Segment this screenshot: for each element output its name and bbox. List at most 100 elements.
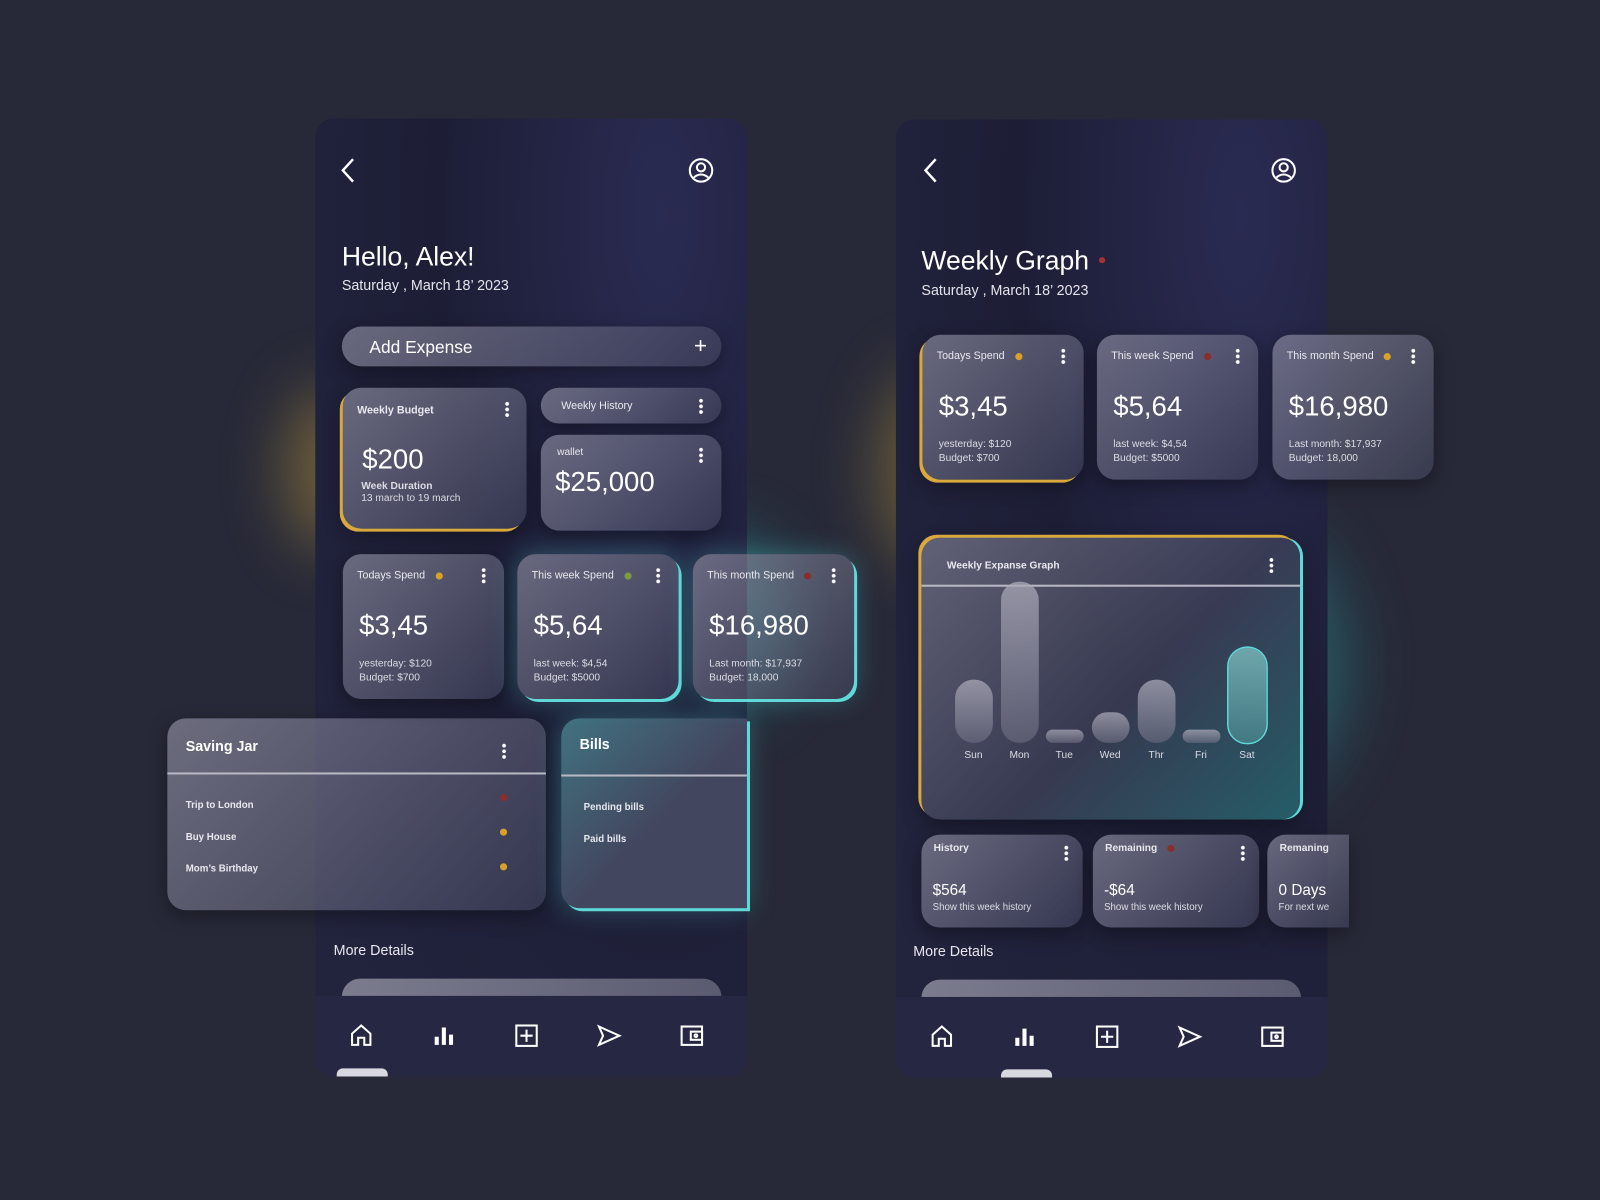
graph-title: Weekly Expanse Graph [946,560,1060,572]
more-icon[interactable] [502,742,507,760]
more-icon[interactable] [1064,844,1069,862]
bar-label: Thr [1148,749,1164,762]
profile-icon[interactable] [688,157,715,184]
budget-amount: $200 [362,443,424,475]
saving-jar-item[interactable]: Mom’s Birthday [186,863,258,874]
more-icon[interactable] [1411,347,1416,365]
comparison-text: yesterday: $120 [359,658,432,670]
wallet-icon[interactable] [1259,1023,1286,1050]
spend-card[interactable]: This month Spend $16,980 Last month: $17,9… [692,554,855,699]
status-dot [1099,257,1106,264]
spend-card[interactable]: This week Spend $5,64 last week: $4,54 Budg… [1096,334,1259,480]
bar-label: Sun [964,749,983,762]
status-dot [435,572,443,580]
summary-amount: 0 Days [1278,881,1327,899]
more-icon[interactable] [656,567,661,584]
card-title: Remaining [1105,843,1175,854]
wallet-label: wallet [557,446,584,459]
saving-jar-item[interactable]: Buy House [186,832,237,843]
pending-bills-link[interactable]: Pending bills [584,802,644,813]
card-title: This month Spend [707,569,812,582]
weekly-expanse-graph-card: Weekly Expanse Graph Sun Mon Tue Wed Thr Fri S… [921,537,1300,820]
bar-chart: Sun Mon Tue Wed Thr Fri Sat [921,581,1300,770]
saving-jar-item[interactable]: Trip to London [186,800,254,811]
budget-text: Budget: $700 [359,672,420,684]
summary-subtext: Show this week history [932,902,1032,914]
more-icon[interactable] [698,397,704,415]
paid-bills-link[interactable]: Paid bills [584,834,627,845]
spend-card[interactable]: Todays Spend $3,45 yesterday: $120 Budget: … [922,334,1084,480]
summary-card[interactable]: History $564 Show this week history [921,834,1083,928]
bar-label: Tue [1055,749,1073,762]
summary-amount: $564 [932,881,967,899]
budget-text: Budget: $5000 [533,672,601,684]
more-icon[interactable] [1240,844,1245,862]
summary-card[interactable]: Remaning 0 Days For next we [1267,834,1349,928]
more-icon[interactable] [1061,347,1066,365]
card-title: This week Spend [1111,350,1211,362]
add-expense-button[interactable]: Add Expense + [341,326,722,367]
weekly-budget-card[interactable]: Weekly Budget $200 Week Duration 13 marc… [342,387,527,529]
wallet-amount: $25,000 [555,466,655,497]
status-dot [1203,352,1211,360]
send-icon[interactable] [1177,1023,1204,1050]
spend-card[interactable]: This month Spend $16,980 Last month: $17,9… [1272,334,1434,480]
back-icon[interactable] [340,157,356,184]
status-dot [499,828,508,836]
add-square-icon[interactable] [513,1022,540,1049]
status-dot [1167,844,1175,852]
page-title: Weekly Graph [921,245,1106,277]
right-bottom-nav [895,996,1328,1078]
card-title-text: This month Spend [1286,349,1374,363]
more-details-heading: More Details [333,941,414,959]
send-icon[interactable] [596,1022,623,1049]
bar-mon[interactable] [1001,581,1039,743]
more-icon[interactable] [481,567,486,584]
add-square-icon[interactable] [1094,1023,1121,1050]
profile-icon[interactable] [1270,157,1297,184]
more-details-card[interactable] [921,979,1302,998]
card-title-text: This week Spend [531,569,614,582]
back-icon[interactable] [922,157,938,184]
card-title-text: This month Spend [707,569,795,582]
budget-text: Budget: 18,000 [1288,453,1358,465]
bar-fri[interactable] [1182,729,1221,743]
bar-tue[interactable] [1045,729,1084,743]
card-title: Weekly Budget [357,404,434,417]
spend-amount: $16,980 [709,610,809,641]
bar-chart-icon[interactable] [431,1022,458,1049]
bar-chart-icon[interactable] [1011,1023,1038,1050]
status-dot [804,572,812,580]
saving-jar-card[interactable]: Saving Jar Trip to London Buy House Mom’s … [167,718,546,911]
bar-label: Sat [1239,749,1255,762]
card-title-text: Todays Spend [357,569,426,582]
more-icon[interactable] [505,401,510,418]
bar-sat[interactable] [1228,647,1267,743]
bar-thr[interactable] [1137,679,1176,743]
card-title-text: Remaining [1105,842,1158,855]
weekly-history-button[interactable]: Weekly History [540,387,722,424]
bar-sun[interactable] [955,679,993,743]
more-details-card[interactable] [341,978,722,997]
more-icon[interactable] [1235,347,1240,365]
spend-card[interactable]: This week Spend $5,64 last week: $4,54 Budg… [517,554,679,699]
greeting: Hello, Alex! [341,240,475,272]
more-icon[interactable] [698,446,704,464]
more-icon[interactable] [1269,557,1274,574]
status-dot [499,863,508,871]
wallet-icon[interactable] [679,1022,706,1049]
bills-card[interactable]: Bills Pending bills Paid bills [561,718,747,909]
bar-label: Fri [1195,749,1207,762]
status-dot [624,572,632,580]
summary-card[interactable]: Remaining -$64 Show this week history [1092,834,1260,928]
bar-wed[interactable] [1091,712,1130,743]
comparison-text: last week: $4,54 [533,658,608,670]
bar-label: Wed [1099,749,1121,762]
more-icon[interactable] [831,567,836,584]
wallet-card[interactable]: wallet $25,000 [540,434,722,531]
card-title: Todays Spend [357,569,443,582]
home-icon[interactable] [929,1023,956,1050]
home-icon[interactable] [348,1022,375,1049]
comparison-text: yesterday: $120 [938,438,1012,450]
spend-card[interactable]: Todays Spend $3,45 yesterday: $120 Budget: … [342,554,505,699]
